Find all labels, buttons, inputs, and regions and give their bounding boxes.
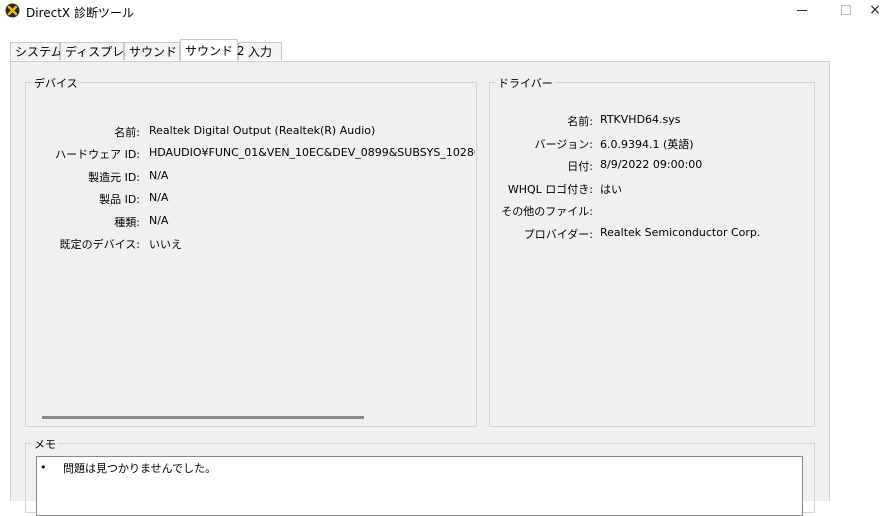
tab-sound-1[interactable]: サウンド 1: [124, 42, 188, 60]
tab-strip: システム ディスプレイ サウンド 1 サウンド 2 入力: [0, 22, 890, 62]
tab-input[interactable]: 入力: [238, 42, 282, 60]
window-title: DirectX 診断ツール: [26, 6, 134, 20]
device-group: デバイス 名前: Realtek Digital Output (Realtek…: [25, 75, 477, 427]
horizontal-scrollbar-thumb[interactable]: [42, 416, 364, 419]
driver-group-title: ドライバー: [496, 75, 555, 91]
memo-group-title: メモ: [32, 436, 58, 452]
memo-textbox[interactable]: • 問題は見つかりませんでした。: [36, 456, 803, 516]
driver-date-label: 日付:: [567, 160, 593, 173]
provider-value: Realtek Semiconductor Corp.: [600, 226, 761, 239]
device-group-title: デバイス: [32, 75, 80, 91]
default-device-value: いいえ: [149, 238, 182, 251]
hardware-id-value: HDAUDIO¥FUNC_01&VEN_10EC&DEV_0899&SUBSYS…: [149, 146, 475, 159]
driver-name-label: 名前:: [567, 115, 593, 128]
title-bar: DirectX 診断ツール ×: [0, 0, 890, 22]
default-device-label: 既定のデバイス:: [59, 238, 140, 251]
tab-sound-2[interactable]: サウンド 2: [180, 39, 244, 61]
memo-bullet: •: [40, 461, 47, 474]
maximize-icon: [841, 5, 851, 15]
whql-logo-label: WHQL ロゴ付き:: [507, 183, 593, 196]
whql-logo-value: はい: [600, 183, 622, 196]
provider-label: プロバイダー:: [523, 228, 593, 241]
manufacturer-id-value: N/A: [149, 169, 169, 182]
memo-group: メモ • 問題は見つかりませんでした。: [25, 436, 815, 516]
device-type-value: N/A: [149, 214, 169, 227]
driver-group: ドライバー 名前: RTKVHD64.sys バージョン: 6.0.9394.1…: [489, 75, 815, 427]
sound-2-panel: デバイス 名前: Realtek Digital Output (Realtek…: [10, 61, 830, 516]
product-id-value: N/A: [149, 191, 169, 204]
driver-date-value: 8/9/2022 09:00:00: [600, 158, 703, 171]
tab-system[interactable]: システム: [10, 42, 63, 60]
device-name-label: 名前:: [114, 126, 140, 139]
close-icon: ×: [869, 2, 881, 18]
memo-item: 問題は見つかりませんでした。: [63, 462, 217, 475]
driver-version-label: バージョン:: [534, 138, 594, 151]
manufacturer-id-label: 製造元 ID:: [88, 171, 140, 184]
minimize-icon: [797, 9, 807, 11]
device-type-label: 種類:: [114, 216, 140, 229]
directx-app-icon: [5, 3, 20, 18]
minimize-button[interactable]: [779, 0, 825, 22]
device-name-value: Realtek Digital Output (Realtek(R) Audio…: [149, 124, 376, 137]
tab-display[interactable]: ディスプレイ: [60, 42, 136, 60]
driver-version-value: 6.0.9394.1 (英語): [600, 138, 694, 151]
close-button[interactable]: ×: [860, 0, 890, 22]
driver-name-value: RTKVHD64.sys: [600, 113, 681, 126]
other-files-label: その他のファイル:: [501, 205, 593, 218]
hardware-id-label: ハードウェア ID:: [55, 148, 140, 161]
product-id-label: 製品 ID:: [99, 193, 140, 206]
